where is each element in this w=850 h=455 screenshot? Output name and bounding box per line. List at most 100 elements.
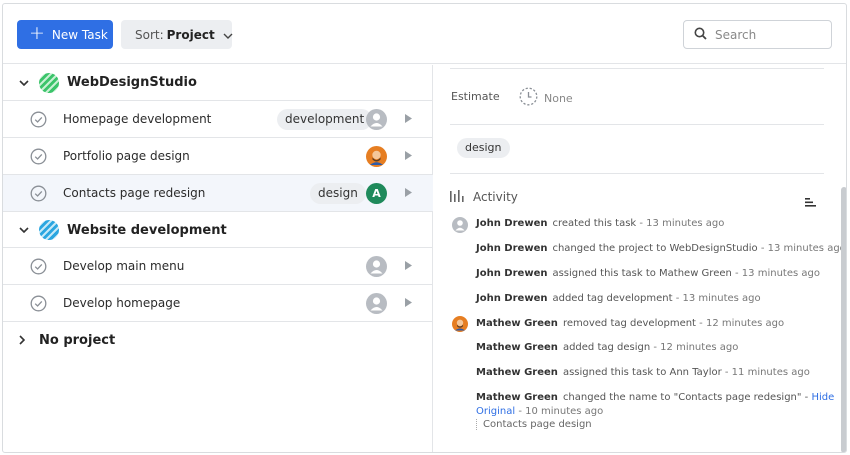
task-detail-panel: Estimate None design Activity John Drewe… (434, 65, 846, 452)
activity-time: - 13 minutes ago (757, 243, 846, 254)
plus-icon: + (29, 22, 45, 44)
chevron-down-icon[interactable] (19, 227, 31, 233)
chevron-down-icon (223, 28, 233, 42)
estimate-label: Estimate (451, 90, 500, 103)
activity-user[interactable]: John Drewen (476, 243, 547, 254)
activity-time: - 13 minutes ago (731, 268, 820, 279)
chevron-down-icon[interactable] (19, 79, 31, 86)
activity-time: - 12 minutes ago (695, 318, 785, 329)
user-avatar-icon[interactable]: A (366, 183, 387, 204)
activity-time: - 11 minutes ago (721, 367, 810, 378)
divider (450, 173, 824, 174)
activity-text: created this task (552, 218, 637, 229)
activity-item-continued: Original - 10 minutes ago (476, 406, 603, 417)
scrollbar[interactable] (841, 187, 846, 452)
hide-original-link[interactable]: Hide (811, 392, 834, 403)
search-icon (694, 27, 707, 43)
user-avatar-icon (452, 217, 468, 233)
play-icon[interactable] (404, 113, 413, 127)
check-circle-icon[interactable] (30, 258, 47, 278)
toolbar: + New Task Sort: Project Search (3, 4, 846, 64)
activity-text: added tag design (562, 342, 651, 353)
search-input[interactable]: Search (683, 20, 832, 49)
activity-title: Activity (473, 190, 518, 204)
hide-original-link[interactable]: Original (476, 406, 515, 417)
user-avatar-icon[interactable] (366, 293, 387, 314)
project-group-website-development[interactable]: Website development (3, 213, 433, 248)
activity-text: added tag development (552, 293, 673, 304)
task-row[interactable]: Develop homepage (3, 285, 433, 322)
activity-user[interactable]: John Drewen (476, 293, 547, 304)
task-tag[interactable]: design (310, 183, 366, 204)
activity-item: Mathew Green changed the name to "Contact… (476, 392, 834, 403)
estimate-none: None (544, 91, 573, 105)
activity-text: removed tag development (562, 318, 696, 329)
activity-text: assigned this task to Ann Taylor (562, 367, 722, 378)
check-circle-icon[interactable] (30, 295, 47, 315)
play-icon[interactable] (404, 150, 413, 164)
activity-text: assigned this task to Mathew Green (552, 268, 732, 279)
activity-time: - 10 minutes ago (515, 406, 604, 417)
activity-user[interactable]: John Drewen (476, 268, 547, 279)
sort-dropdown[interactable]: Sort: Project (121, 20, 233, 49)
activity-item: John Drewen assigned this task to Mathew … (476, 268, 820, 279)
user-avatar-icon (452, 316, 468, 332)
chevron-right-icon[interactable] (19, 335, 31, 345)
project-name: No project (39, 332, 116, 348)
divider (450, 68, 824, 69)
play-icon[interactable] (404, 297, 413, 311)
activity-user[interactable]: Mathew Green (476, 318, 558, 329)
new-task-label: New Task (51, 27, 108, 42)
project-color-icon (39, 220, 59, 240)
app-window: + New Task Sort: Project Search WebDesig… (2, 3, 847, 453)
sort-lines-icon[interactable] (805, 192, 816, 211)
activity-user[interactable]: Mathew Green (476, 392, 558, 403)
divider (450, 124, 824, 125)
sort-prefix: Sort: (135, 27, 164, 42)
activity-item: Mathew Green added tag design - 12 minute… (476, 342, 738, 353)
check-circle-icon[interactable] (30, 148, 47, 168)
activity-text: changed the name to "Contacts page redes… (562, 392, 812, 403)
play-icon[interactable] (404, 187, 413, 201)
activity-item: Mathew Green removed tag development - 12… (476, 318, 784, 329)
sort-value: Project (166, 27, 215, 42)
activity-text: changed the project to WebDesignStudio (552, 243, 758, 254)
task-tag[interactable]: development (277, 109, 373, 130)
activity-user[interactable]: Mathew Green (476, 367, 558, 378)
clock-icon (519, 87, 538, 109)
project-name: Website development (67, 222, 227, 238)
activity-item: John Drewen changed the project to WebDes… (476, 243, 846, 254)
project-group-no-project[interactable]: No project (3, 322, 433, 358)
activity-time: - 12 minutes ago (650, 342, 739, 353)
estimate-value[interactable]: None (519, 87, 573, 109)
activity-user[interactable]: John Drewen (476, 218, 547, 229)
user-avatar-icon[interactable] (366, 146, 387, 167)
task-tag[interactable]: design (457, 138, 510, 158)
task-name: Homepage development (63, 112, 212, 126)
activity-time: - 13 minutes ago (672, 293, 761, 304)
task-row[interactable]: Homepage development development (3, 101, 433, 138)
task-row-selected[interactable]: Contacts page redesign design A (3, 175, 433, 212)
project-name: WebDesignStudio (67, 75, 197, 90)
user-avatar-icon[interactable] (366, 256, 387, 277)
original-task-name: Contacts page design (476, 419, 592, 430)
play-icon[interactable] (404, 260, 413, 274)
task-name: Portfolio page design (63, 149, 190, 163)
task-name: Contacts page redesign (63, 186, 206, 200)
activity-header: Activity (450, 189, 518, 205)
activity-time: - 13 minutes ago (636, 218, 725, 229)
check-circle-icon[interactable] (30, 185, 47, 205)
search-placeholder: Search (715, 27, 757, 42)
project-group-webdesignstudio[interactable]: WebDesignStudio (3, 65, 433, 101)
activity-item: John Drewen created this task - 13 minute… (476, 218, 724, 229)
new-task-button[interactable]: + New Task (17, 20, 113, 49)
project-color-icon (39, 72, 59, 93)
task-row[interactable]: Develop main menu (3, 248, 433, 285)
bar-chart-icon (450, 189, 464, 205)
activity-item: Mathew Green assigned this task to Ann Ta… (476, 367, 810, 378)
task-row[interactable]: Portfolio page design (3, 138, 433, 175)
check-circle-icon[interactable] (30, 111, 47, 131)
task-list: WebDesignStudio Homepage development dev… (3, 65, 433, 452)
user-avatar-icon[interactable] (366, 109, 387, 130)
activity-user[interactable]: Mathew Green (476, 342, 558, 353)
